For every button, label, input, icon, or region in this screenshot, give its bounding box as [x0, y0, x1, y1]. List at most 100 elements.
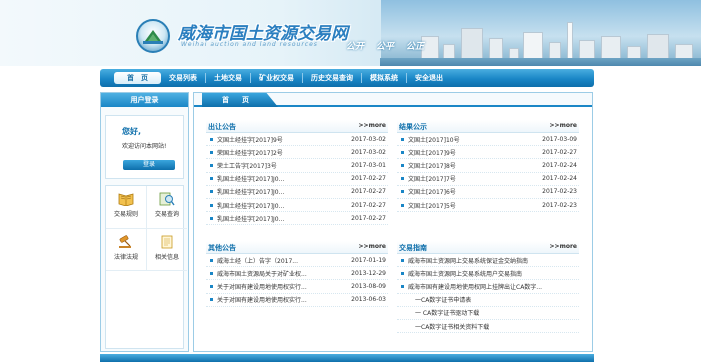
- list-item[interactable]: 威海市国土资源网上交易系统用户交易指南: [397, 267, 579, 281]
- more-link[interactable]: >>more: [359, 122, 386, 129]
- nav-logout[interactable]: 安全退出: [407, 69, 451, 87]
- list-item[interactable]: 乳国土经挂字[2017]J0... 2017-02-27: [206, 212, 388, 226]
- more-link[interactable]: >>more: [550, 122, 577, 129]
- main-nav: 首 页 交易列表 土地交易 矿业权交易 历史交易查询 模拟系统 安全退出: [100, 69, 594, 87]
- more-link[interactable]: >>more: [359, 243, 386, 250]
- list-item-title[interactable]: 文国土[2017]8号: [408, 161, 537, 170]
- nav-simulation[interactable]: 模拟系统: [362, 69, 406, 87]
- sidebar: 用户登录 您好, 欢迎访问本网站! 登录 交易规则 交易查询 法律法规 相关信息: [100, 92, 189, 352]
- list-item[interactable]: 荣国土经挂字[2017]2号 2017-03-02: [206, 146, 388, 160]
- bullet-icon: [210, 177, 213, 181]
- list-item[interactable]: 关于对国有建设用地使用权实行... 2013-06-03: [206, 294, 388, 307]
- list-item-title[interactable]: 一 CA数字证书驱动下载: [415, 308, 579, 317]
- bullet-icon: [401, 137, 404, 141]
- list-item[interactable]: 文国土[2017]9号 2017-02-27: [397, 146, 579, 160]
- list-item-title[interactable]: 文国土[2017]6号: [408, 187, 537, 196]
- list-item-title[interactable]: 威海市国土资源局关于对矿业权...: [217, 269, 346, 278]
- login-panel: 您好, 欢迎访问本网站! 登录: [105, 115, 184, 179]
- list-item[interactable]: 文国土[2017]10号 2017-03-09: [397, 133, 579, 147]
- list-item[interactable]: 文国土经挂字[2017]9号 2017-03-02: [206, 133, 388, 147]
- list-item-title[interactable]: 关于对国有建设用地使用权实行...: [217, 295, 346, 304]
- list-item[interactable]: 文国土[2017]6号 2017-02-23: [397, 186, 579, 199]
- list-item-date: 2017-01-19: [351, 256, 386, 264]
- list-item[interactable]: 乳国土经挂字[2017]J0... 2017-02-27: [206, 199, 388, 213]
- list-item-title[interactable]: 威海市国有建设用地使用权网上挂牌出让CA数字...: [408, 282, 579, 291]
- nav-trade-list[interactable]: 交易列表: [161, 69, 205, 87]
- quick-link-related-info[interactable]: 相关信息: [147, 229, 187, 269]
- list-item-title[interactable]: 乳国土经挂字[2017]J0...: [217, 201, 346, 210]
- list-item-title[interactable]: 威海土经（上）告字（2017...: [217, 256, 346, 265]
- quick-link-label: 相关信息: [154, 254, 179, 261]
- list-item-title[interactable]: 威海市国土资源网上交易系统保证金交纳指南: [408, 256, 579, 265]
- panel-results: 结果公示 >>more 文国土[2017]10号 2017-03-09 文国土[20…: [397, 120, 579, 213]
- harbor-water: [380, 58, 701, 66]
- list-item-title[interactable]: 文国土[2017]5号: [408, 201, 537, 210]
- list-item-title[interactable]: 关于对国有建设用地使用权实行...: [217, 282, 346, 291]
- panel-title: 出让公告: [208, 123, 236, 131]
- notice-list: 文国土经挂字[2017]9号 2017-03-02 荣国土经挂字[2017]2号 20…: [206, 133, 388, 226]
- more-link[interactable]: >>more: [550, 243, 577, 250]
- list-item-date: 2017-03-09: [542, 135, 577, 143]
- nav-history-query[interactable]: 历史交易查询: [303, 69, 361, 87]
- tab-home[interactable]: 首 页: [202, 93, 278, 107]
- login-button[interactable]: 登录: [123, 160, 175, 170]
- list-item[interactable]: 乳国土经挂字[2017]J0... 2017-02-27: [206, 186, 388, 199]
- panel-title: 其他公告: [208, 244, 236, 252]
- list-item-title[interactable]: 乳国土经挂字[2017]J0...: [217, 214, 346, 223]
- bullet-icon: [401, 190, 404, 194]
- bullet-icon: [210, 163, 213, 167]
- list-item-title[interactable]: 威海市国土资源网上交易系统用户交易指南: [408, 269, 579, 278]
- quick-link-label: 法律法规: [113, 254, 138, 261]
- quick-link-trade-query[interactable]: 交易查询: [147, 186, 187, 226]
- list-item[interactable]: 乳国土经挂字[2017]J0... 2017-02-27: [206, 173, 388, 186]
- quick-link-trade-rules[interactable]: 交易规则: [106, 186, 146, 226]
- login-title: 用户登录: [101, 93, 188, 107]
- list-item[interactable]: 一CA数字证书相关资料下载: [397, 320, 579, 334]
- nav-land-trade[interactable]: 土地交易: [206, 69, 250, 87]
- nav-home[interactable]: 首 页: [114, 72, 161, 84]
- quick-link-label: 交易规则: [113, 211, 138, 218]
- panel-header: 其他公告 >>more: [206, 241, 388, 254]
- panel-header: 交易指南 >>more: [397, 241, 579, 254]
- list-item-title[interactable]: 一CA数字证书申请表: [415, 295, 579, 304]
- list-item-title[interactable]: 一CA数字证书相关资料下载: [415, 322, 579, 331]
- list-item-title[interactable]: 文国土经挂字[2017]9号: [217, 135, 346, 144]
- list-item[interactable]: 文国土[2017]5号 2017-02-23: [397, 199, 579, 213]
- list-item-date: 2017-02-27: [351, 214, 386, 222]
- bullet-icon: [401, 284, 404, 288]
- list-item-date: 2013-08-09: [351, 282, 386, 290]
- list-item[interactable]: 关于对国有建设用地使用权实行... 2013-08-09: [206, 280, 388, 294]
- slogan-open: 公开: [346, 42, 365, 52]
- quick-links: 交易规则 交易查询 法律法规 相关信息: [105, 185, 187, 349]
- list-item[interactable]: 一CA数字证书申请表: [397, 294, 579, 307]
- list-item-date: 2017-02-27: [351, 175, 386, 183]
- list-item-title[interactable]: 乳国土经挂字[2017]J0...: [217, 187, 346, 196]
- list-item-title[interactable]: 文国土[2017]9号: [408, 148, 537, 157]
- list-item-title[interactable]: 乳国土经挂字[2017]J0...: [217, 174, 346, 183]
- list-item-title[interactable]: 荣国土经挂字[2017]2号: [217, 148, 346, 157]
- panel-title: 结果公示: [399, 123, 427, 131]
- list-item-title[interactable]: 文国土[2017]7号: [408, 174, 537, 183]
- list-item[interactable]: 荣土工告字[2017]3号 2017-03-01: [206, 159, 388, 173]
- bullet-icon: [401, 163, 404, 167]
- bullet-icon: [210, 258, 213, 262]
- quick-link-label: 交易查询: [154, 211, 179, 218]
- site-subtitle: Weihai auction and land resources: [181, 41, 318, 48]
- list-item-date: 2017-02-27: [542, 148, 577, 156]
- page: 威海市国土资源交易网 Weihai auction and land resou…: [0, 0, 701, 362]
- list-item[interactable]: 威海土经（上）告字（2017... 2017-01-19: [206, 254, 388, 268]
- main-content: 首 页 出让公告 >>more 文国土经挂字[2017]9号 2017-03-02…: [193, 92, 593, 352]
- city-skyline-image: [381, 0, 701, 66]
- quick-link-laws[interactable]: 法律法规: [106, 229, 146, 269]
- list-item-title[interactable]: 荣土工告字[2017]3号: [217, 161, 346, 170]
- list-item[interactable]: 文国土[2017]7号 2017-02-24: [397, 173, 579, 186]
- list-item[interactable]: 一 CA数字证书驱动下载: [397, 307, 579, 320]
- list-item[interactable]: 威海市国有建设用地使用权网上挂牌出让CA数字...: [397, 280, 579, 294]
- list-item[interactable]: 威海市国土资源局关于对矿业权... 2013-12-29: [206, 267, 388, 281]
- list-item-date: 2017-02-23: [542, 188, 577, 196]
- bullet-icon: [210, 203, 213, 207]
- list-item[interactable]: 威海市国土资源网上交易系统保证金交纳指南: [397, 254, 579, 268]
- nav-mining-trade[interactable]: 矿业权交易: [251, 69, 302, 87]
- list-item-title[interactable]: 文国土[2017]10号: [408, 135, 537, 144]
- list-item[interactable]: 文国土[2017]8号 2017-02-24: [397, 159, 579, 173]
